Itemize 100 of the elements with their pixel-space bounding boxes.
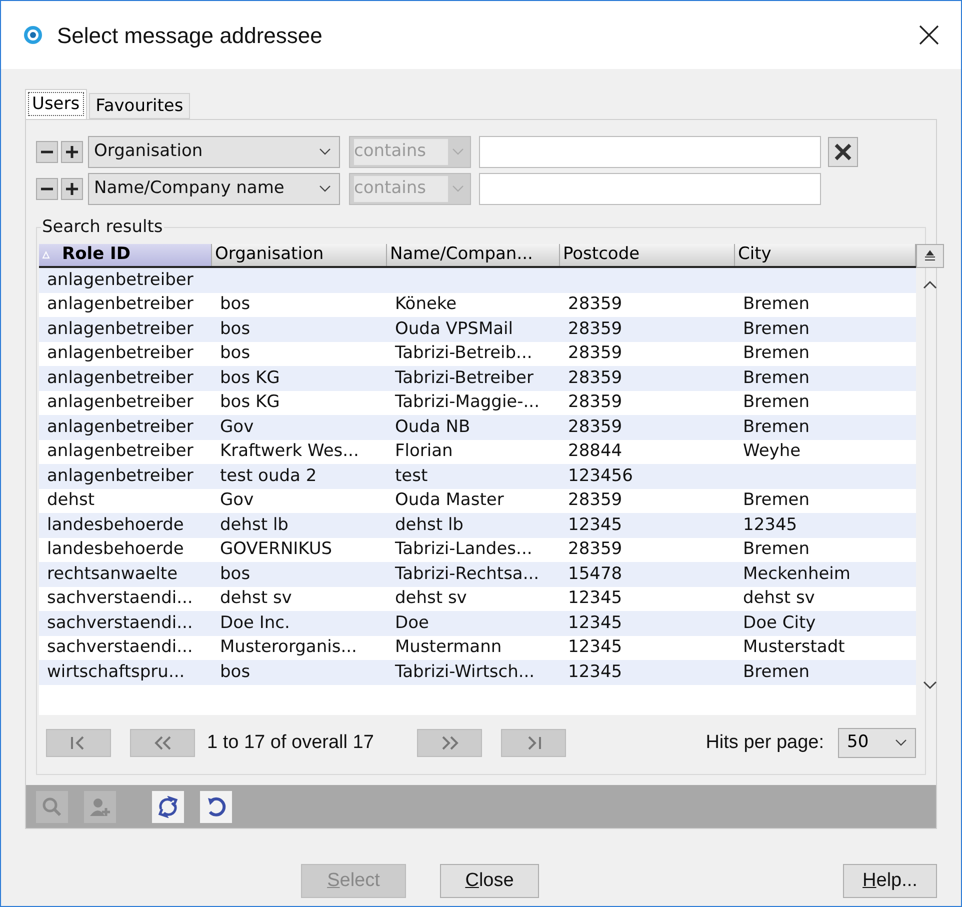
tab[interactable]: Users <box>25 89 87 119</box>
table-cell-text: bos <box>219 566 252 583</box>
table-cell-text: test ouda 2 <box>219 468 318 485</box>
chevron-down-icon <box>452 185 464 193</box>
minus-icon[interactable] <box>36 141 58 163</box>
close-icon[interactable] <box>828 137 858 167</box>
table-cell-text: 12345 <box>742 516 798 534</box>
table-cell-text: 12345 <box>567 664 624 681</box>
table-cell-text: wirtschaftspru... <box>46 664 186 681</box>
filter-value-field[interactable] <box>479 173 821 205</box>
undo-icon[interactable] <box>200 790 232 823</box>
table-cell-text: Bremen <box>742 320 811 338</box>
table-cell-text: anlagenbetreiber <box>46 418 194 436</box>
table-cell-text: anlagenbetreiber <box>46 272 194 289</box>
refresh-icon[interactable] <box>152 790 184 823</box>
next-page-icon[interactable] <box>417 729 482 757</box>
table-row[interactable]: anlagenbetreiber Gov Ouda NB 28359 Bremen <box>39 415 916 440</box>
table-cell-text: Doe Inc. <box>219 614 291 632</box>
last-page-icon[interactable] <box>501 729 566 757</box>
table-cell-text: dehst lb <box>219 516 290 534</box>
window-title: Select message addressee <box>57 22 322 50</box>
table-cell-text: Bremen <box>742 345 811 362</box>
table-cell-text: 28359 <box>567 492 624 510</box>
tab[interactable]: Favourites <box>88 93 190 119</box>
table-cell-text: Bremen <box>742 664 811 681</box>
table-cell-text: dehst lb <box>394 516 464 534</box>
table-cell-text: bos <box>219 296 252 314</box>
chevron-down-icon <box>895 739 907 747</box>
table-cell-text: 28359 <box>567 320 624 338</box>
table-cell-text: anlagenbetreiber <box>46 468 194 485</box>
table-cell-text: sachverstaendi... <box>46 614 194 632</box>
scroll-down-icon[interactable] <box>923 680 937 690</box>
previous-page-icon[interactable] <box>130 729 195 757</box>
chevron-down-icon <box>319 185 331 193</box>
dialog-button[interactable]: Help... <box>843 864 937 898</box>
table-cell-text: Ouda NB <box>394 418 472 436</box>
plus-icon[interactable] <box>61 141 83 163</box>
table-row[interactable]: anlagenbetreiber bos Ouda VPSMail 28359 Bremen <box>39 317 916 342</box>
table-row[interactable]: wirtschaftspru... bos Tabrizi-Wirtsch... 12345 Bremen <box>39 660 916 684</box>
table-cell-text: Gov <box>219 492 255 510</box>
table-cell-text: 12345 <box>567 590 624 608</box>
table-row[interactable]: anlagenbetreiber <box>39 268 916 292</box>
table-cell-text: anlagenbetreiber <box>46 345 194 362</box>
table-cell-text: 12345 <box>567 614 624 632</box>
table-cell-text: landesbehoerde <box>46 541 185 558</box>
first-page-icon[interactable] <box>46 729 111 757</box>
table-cell-text: Bremen <box>742 418 811 436</box>
table-cell-text: Bremen <box>742 541 811 558</box>
table-row[interactable]: sachverstaendi... Doe Inc. Doe 12345 Doe City <box>39 611 916 636</box>
page-summary: 1 to 17 of overall 17 <box>207 730 375 755</box>
table-cell-text: bos KG <box>219 370 281 387</box>
table-row[interactable]: rechtsanwaelte bos Tabrizi-Rechtsa... 15478 Meckenheim <box>39 562 916 586</box>
column-header[interactable]: City <box>735 244 916 266</box>
column-header[interactable]: Postcode <box>560 244 735 266</box>
table-cell-text: Meckenheim <box>742 566 852 583</box>
table-cell-text: Tabrizi-Landes... <box>394 541 534 558</box>
table-cell-text: Musterorganis... <box>219 639 358 656</box>
column-chooser-icon[interactable] <box>916 244 944 268</box>
table-row[interactable]: anlagenbetreiber bos KG Tabrizi-Betreiber 28359 Bremen <box>39 366 916 390</box>
table-cell-text: anlagenbetreiber <box>46 370 194 387</box>
chevron-down-icon <box>452 148 464 156</box>
scroll-up-icon[interactable] <box>923 280 937 290</box>
table-cell-text: dehst sv <box>219 590 293 608</box>
hits-per-page-label: Hits per page: <box>706 730 824 755</box>
table-cell-text: Tabrizi-Wirtsch... <box>394 664 536 681</box>
minus-icon[interactable] <box>36 178 58 200</box>
table-cell-text: dehst sv <box>742 590 816 608</box>
table-cell-text: sachverstaendi... <box>46 639 194 656</box>
table-cell-text: Doe <box>394 614 430 632</box>
table-cell-text: Bremen <box>742 296 811 314</box>
table-cell-text: 28844 <box>567 443 624 460</box>
table-cell-text: Weyhe <box>742 443 802 460</box>
table-cell-text: Tabrizi-Betreib... <box>394 345 534 362</box>
table-cell-text: Kraftwerk Wes... <box>219 443 360 460</box>
plus-icon[interactable] <box>61 178 83 200</box>
table-row[interactable]: landesbehoerde dehst lb dehst lb 12345 12345 <box>39 513 916 538</box>
table-cell-text: 123456 <box>567 468 634 485</box>
filter-value-field[interactable] <box>479 136 821 168</box>
table-cell-text: anlagenbetreiber <box>46 443 194 460</box>
table-cell-text: bos <box>219 345 252 362</box>
table-cell-text: bos <box>219 320 252 338</box>
column-header[interactable]: Role ID <box>39 244 212 266</box>
column-header[interactable]: Name/Compan... <box>387 244 560 266</box>
table-row[interactable]: anlagenbetreiber test ouda 2 test 123456 <box>39 464 916 488</box>
table-cell-text: Ouda Master <box>394 492 505 510</box>
table-cell-text: 28359 <box>567 370 624 387</box>
chevron-down-icon <box>319 148 331 156</box>
table-cell-text: Köneke <box>394 296 458 314</box>
table-cell-text: anlagenbetreiber <box>46 296 194 314</box>
table-cell-text: 28359 <box>567 296 624 314</box>
dialog-button[interactable]: Close <box>440 864 539 898</box>
sort-arrow-icon <box>42 251 50 259</box>
table-cell-text: Musterstadt <box>742 639 846 656</box>
table-cell-text: anlagenbetreiber <box>46 320 194 338</box>
table-cell-text: 12345 <box>567 639 624 656</box>
column-header[interactable]: Organisation <box>212 244 387 266</box>
table-cell-text: anlagenbetreiber <box>46 394 194 412</box>
table-cell-text: Bremen <box>742 370 811 387</box>
table-cell-text: sachverstaendi... <box>46 590 194 608</box>
table-cell-text: 28359 <box>567 345 624 362</box>
